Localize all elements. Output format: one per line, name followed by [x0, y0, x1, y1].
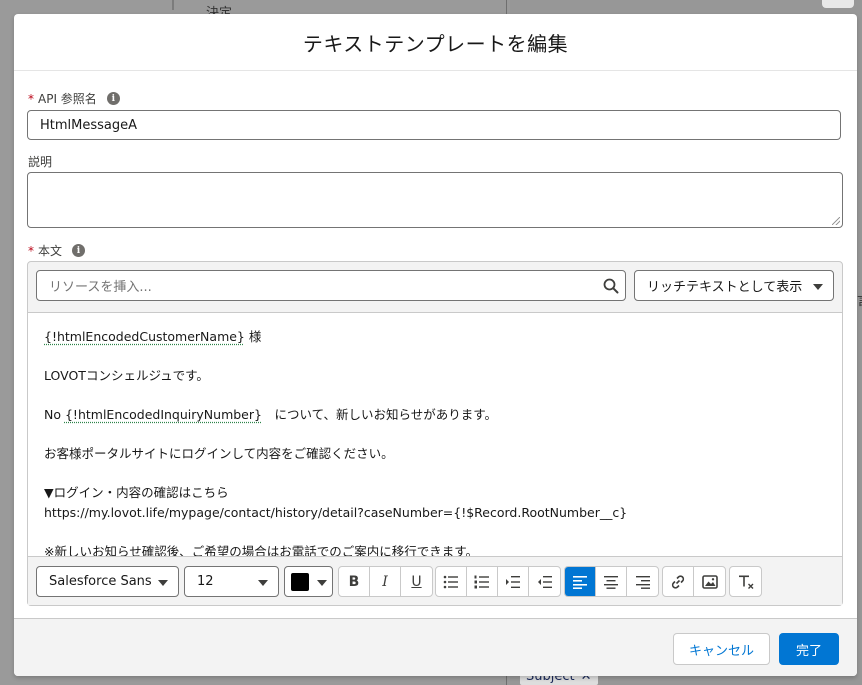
api-name-label: API 参照名	[38, 92, 97, 106]
font-family-select[interactable]: Salesforce Sans	[36, 566, 179, 597]
body-label-row: * 本文 i	[28, 242, 86, 259]
content-text: について、新しいお知らせがあります。	[261, 407, 497, 422]
chevron-down-icon	[317, 580, 327, 586]
chevron-down-icon	[813, 284, 823, 290]
body-label: 本文	[38, 244, 63, 258]
done-button[interactable]: 完了	[779, 633, 839, 665]
underline-button[interactable]: U	[401, 567, 432, 596]
link-button[interactable]	[663, 567, 694, 596]
insert-resource-placeholder: リソースを挿入...	[49, 280, 152, 295]
clear-format-group	[729, 566, 762, 597]
indent-icon	[506, 575, 520, 588]
image-icon	[701, 574, 718, 589]
editor-toolbar: Salesforce Sans 12 B I U	[28, 556, 842, 605]
description-label: 説明	[28, 155, 53, 169]
align-right-icon	[635, 575, 650, 589]
display-mode-select[interactable]: リッチテキストとして表示	[634, 270, 834, 301]
description-textarea[interactable]	[27, 172, 843, 228]
merge-field: {!htmlEncodedCustomerName}	[44, 329, 245, 344]
backdrop-edge-text: 言	[857, 290, 862, 309]
resize-grip-icon[interactable]	[832, 217, 840, 225]
text-color-picker[interactable]	[284, 566, 333, 597]
bulleted-list-button[interactable]	[436, 567, 467, 596]
description-label-row: 説明	[28, 153, 52, 170]
clear-formatting-button[interactable]	[730, 567, 761, 596]
outdent-icon	[537, 575, 552, 588]
bold-button[interactable]: B	[339, 567, 370, 596]
body-editor: リソースを挿入... リッチテキストとして表示 {!htmlEncodedCus…	[27, 261, 843, 606]
content-text: 様	[244, 329, 262, 344]
clear-formatting-icon	[738, 575, 753, 589]
modal-footer: キャンセル 完了	[14, 618, 857, 676]
align-left-icon	[573, 575, 587, 589]
cancel-button[interactable]: キャンセル	[673, 633, 770, 665]
numbered-list-button[interactable]	[467, 567, 498, 596]
image-button[interactable]	[694, 567, 725, 596]
align-left-button[interactable]	[565, 567, 596, 596]
chevron-down-icon	[258, 580, 268, 586]
modal-header: テキストテンプレートを編集	[14, 14, 857, 71]
api-name-label-row: * API 参照名 i	[28, 90, 120, 107]
content-line: お客様ポータルサイトにログインして内容をご確認ください。	[44, 446, 394, 461]
content-text: No	[44, 407, 65, 422]
font-size-value: 12	[197, 574, 214, 589]
chevron-down-icon	[158, 580, 168, 586]
insert-button-group	[662, 566, 726, 597]
backdrop-close-button	[822, 0, 854, 8]
insert-resource-input[interactable]: リソースを挿入...	[36, 270, 626, 301]
backdrop-connector	[172, 0, 174, 10]
align-right-button[interactable]	[627, 567, 658, 596]
indent-button[interactable]	[498, 567, 529, 596]
info-icon[interactable]: i	[106, 92, 120, 105]
content-line: ▼ログイン・内容の確認はこちら	[44, 485, 229, 500]
info-icon[interactable]: i	[72, 244, 86, 257]
outdent-button[interactable]	[529, 567, 560, 596]
rich-text-content[interactable]: {!htmlEncodedCustomerName} 様 LOVOTコンシェルジ…	[28, 312, 842, 556]
align-center-button[interactable]	[596, 567, 627, 596]
numbered-list-icon	[474, 575, 489, 588]
bullet-list-icon	[443, 575, 458, 588]
link-icon	[671, 574, 685, 589]
display-mode-value: リッチテキストとして表示	[647, 280, 803, 295]
list-button-group	[435, 566, 561, 597]
color-swatch	[291, 572, 309, 591]
italic-button[interactable]: I	[370, 567, 401, 596]
required-mark: *	[28, 91, 34, 106]
api-name-input[interactable]: HtmlMessageA	[27, 110, 841, 140]
content-line: No {!htmlEncodedInquiryNumber} について、新しいお…	[44, 405, 826, 425]
search-icon	[603, 278, 619, 294]
content-line: LOVOTコンシェルジュです。	[44, 368, 209, 383]
font-family-value: Salesforce Sans	[49, 574, 152, 589]
font-size-select[interactable]: 12	[184, 566, 279, 597]
required-mark: *	[28, 243, 34, 258]
edit-text-template-modal: テキストテンプレートを編集 * API 参照名 i HtmlMessageA 説…	[14, 14, 857, 676]
align-button-group	[564, 566, 659, 597]
merge-field: {!htmlEncodedInquiryNumber}	[64, 407, 262, 422]
format-button-group: B I U	[338, 566, 433, 597]
align-center-icon	[604, 575, 618, 589]
content-line: ※新しいお知らせ確認後、ご希望の場合はお電話でのご案内に移行できます。	[44, 543, 478, 557]
api-name-value: HtmlMessageA	[40, 117, 138, 133]
content-line: {!htmlEncodedCustomerName} 様	[44, 327, 826, 347]
content-line: https://my.lovot.life/mypage/contact/his…	[44, 504, 628, 520]
modal-title: テキストテンプレートを編集	[302, 31, 569, 56]
